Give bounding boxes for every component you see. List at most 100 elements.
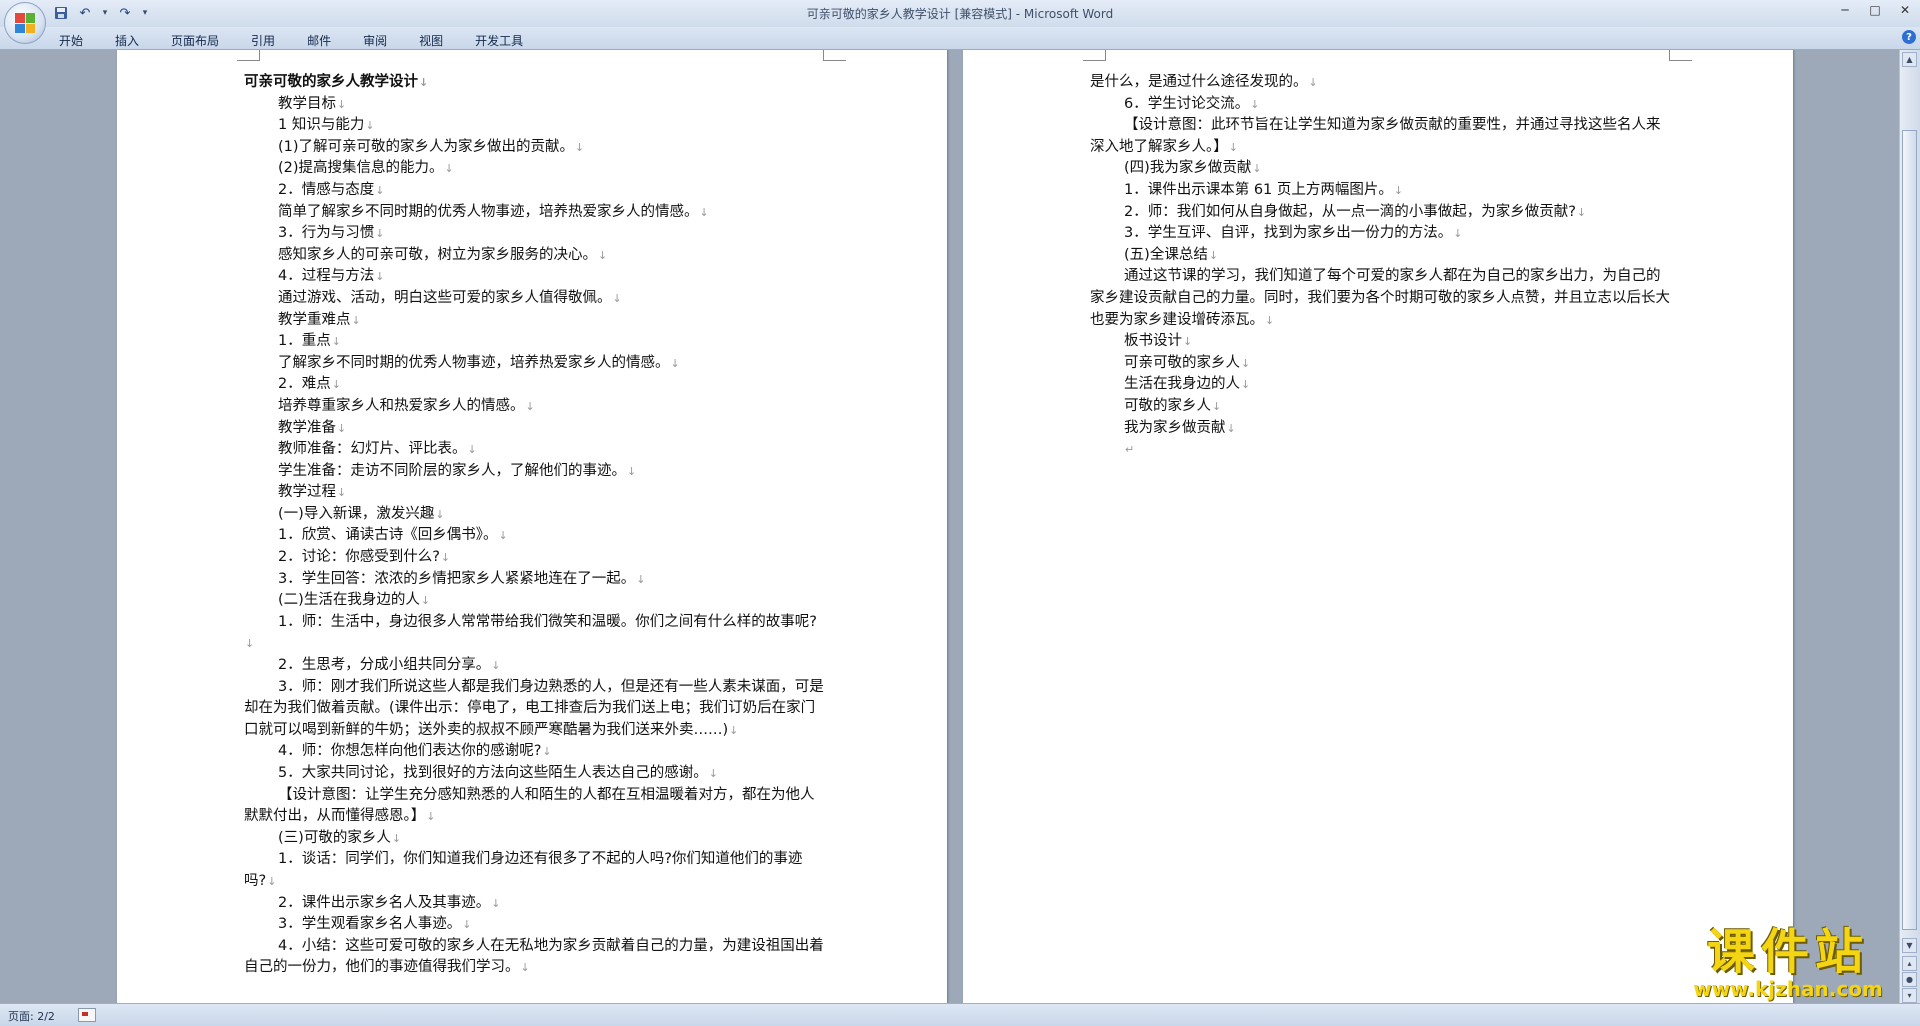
document-paragraph[interactable]: 4．过程与方法↓	[244, 266, 824, 288]
document-paragraph[interactable]: 3．师：刚才我们所说这些人都是我们身边熟悉的人，但是还有一些人素未谋面，可是却在…	[244, 677, 824, 742]
page-1-text[interactable]: 可亲可敬的家乡人教学设计↓ 教学目标↓ 1 知识与能力↓ (1)了解可亲可敬的家乡人为…	[244, 72, 824, 979]
paragraph-mark-icon: ↓	[1241, 378, 1251, 392]
tab-mailings[interactable]: 邮件	[298, 29, 340, 50]
document-paragraph[interactable]: 2．课件出示家乡名人及其事迹。↓	[244, 893, 824, 915]
tab-home[interactable]: 开始	[50, 29, 92, 50]
paragraph-text: 2．生思考，分成小组共同分享。	[278, 657, 491, 674]
document-paragraph[interactable]: 3．行为与习惯↓	[244, 223, 824, 245]
paragraph-mark-icon: ↓	[267, 874, 277, 888]
document-paragraph[interactable]: 【设计意图：此环节旨在让学生知道为家乡做贡献的重要性，并通过寻找这些名人来深入地…	[1090, 115, 1670, 158]
document-paragraph[interactable]: (二)生活在我身边的人↓	[244, 590, 824, 612]
document-paragraph[interactable]: 简单了解家乡不同时期的优秀人物事迹，培养热爱家乡人的情感。↓	[244, 202, 824, 224]
paragraph-text: (四)我为家乡做贡献	[1124, 160, 1252, 177]
document-paragraph[interactable]: 教学准备↓	[244, 418, 824, 440]
document-paragraph[interactable]: 3．学生互评、自评，找到为家乡出一份力的方法。↓	[1090, 223, 1670, 245]
document-paragraph[interactable]: 板书设计↓	[1090, 331, 1670, 353]
document-paragraph[interactable]: 1．谈话：同学们，你们知道我们身边还有很多了不起的人吗?你们知道他们的事迹吗?↓	[244, 849, 824, 892]
document-paragraph[interactable]: (三)可敬的家乡人↓	[244, 828, 824, 850]
paragraph-mark-icon: ↓	[699, 205, 709, 219]
close-button[interactable]: ✕	[1890, 0, 1920, 20]
document-paragraph[interactable]: 2．难点↓	[244, 374, 824, 396]
maximize-button[interactable]: □	[1860, 0, 1890, 20]
paragraph-text: 3．学生回答：浓浓的乡情把家乡人紧紧地连在了一起。	[278, 570, 636, 587]
document-paragraph[interactable]: 1．课件出示课本第 61 页上方两幅图片。↓	[1090, 180, 1670, 202]
document-paragraph[interactable]: 通过游戏、活动，明白这些可爱的家乡人值得敬佩。↓	[244, 288, 824, 310]
document-paragraph[interactable]: 3．学生观看家乡名人事迹。↓	[244, 914, 824, 936]
document-paragraph[interactable]: 5．大家共同讨论，找到很好的方法向这些陌生人表达自己的感谢。↓	[244, 763, 824, 785]
document-paragraph[interactable]: 了解家乡不同时期的优秀人物事迹，培养热爱家乡人的情感。↓	[244, 353, 824, 375]
document-paragraph[interactable]: 2．生思考，分成小组共同分享。↓	[244, 655, 824, 677]
tab-references[interactable]: 引用	[242, 29, 284, 50]
paragraph-text: 3．行为与习惯	[278, 225, 375, 242]
document-paragraph[interactable]: 4．小结：这些可爱可敬的家乡人在无私地为家乡贡献着自己的力量，为建设祖国出着自己…	[244, 936, 824, 979]
document-paragraph[interactable]: 学生准备：走访不同阶层的家乡人，了解他们的事迹。↓	[244, 461, 824, 483]
ribbon: 开始 插入 页面布局 引用 邮件 审阅 视图 开发工具 ?	[0, 27, 1920, 50]
document-paragraph[interactable]: 生活在我身边的人↓	[1090, 374, 1670, 396]
scroll-up-icon[interactable]: ▲	[1902, 52, 1917, 67]
proofing-icon[interactable]	[78, 1008, 96, 1022]
paragraph-mark-icon: ↓	[612, 291, 622, 305]
tab-page-layout[interactable]: 页面布局	[162, 29, 228, 50]
document-paragraph[interactable]: 是什么，是通过什么途径发现的。↓	[1090, 72, 1670, 94]
document-paragraph[interactable]: 6．学生讨论交流。↓	[1090, 94, 1670, 116]
paragraph-text: 2．难点	[278, 376, 331, 393]
window-controls: ─ □ ✕	[1830, 0, 1920, 20]
ribbon-tabs: 开始 插入 页面布局 引用 邮件 审阅 视图 开发工具	[50, 29, 546, 50]
vertical-scrollbar[interactable]: ▲ ▼ ▴ ● ▾	[1899, 50, 1920, 1003]
paragraph-mark-icon: ↓	[351, 313, 361, 327]
document-paragraph[interactable]: 可敬的家乡人↓	[1090, 396, 1670, 418]
document-paragraph[interactable]: 3．学生回答：浓浓的乡情把家乡人紧紧地连在了一起。↓	[244, 569, 824, 591]
document-paragraph[interactable]: 培养尊重家乡人和热爱家乡人的情感。↓	[244, 396, 824, 418]
document-paragraph[interactable]: (四)我为家乡做贡献↓	[1090, 158, 1670, 180]
scrollbar-thumb[interactable]	[1902, 130, 1917, 930]
paragraph-mark-icon: ↓	[462, 918, 472, 932]
tab-insert[interactable]: 插入	[106, 29, 148, 50]
document-paragraph[interactable]: (五)全课总结↓	[1090, 245, 1670, 267]
paragraph-text: 我为家乡做贡献	[1124, 419, 1226, 436]
document-paragraph[interactable]: 教学过程↓	[244, 482, 824, 504]
document-paragraph[interactable]: (1)了解可亲可敬的家乡人为家乡做出的贡献。↓	[244, 137, 824, 159]
paragraph-text: 教师准备：幻灯片、评比表。	[278, 441, 467, 458]
title-bar: ↶ ▾ ↷ ▾ 可亲可敬的家乡人教学设计 [兼容模式] - Microsoft …	[0, 0, 1920, 44]
document-paragraph[interactable]: 可亲可敬的家乡人教学设计↓	[244, 72, 824, 94]
document-paragraph[interactable]: 2．讨论：你感受到什么?↓	[244, 547, 824, 569]
paragraph-text: 教学目标	[278, 95, 336, 112]
document-paragraph[interactable]: 1 知识与能力↓	[244, 115, 824, 137]
document-paragraph[interactable]: 1．师：生活中，身边很多人常常带给我们微笑和温暖。你们之间有什么样的故事呢? ↓	[244, 612, 824, 655]
document-end-paragraph[interactable]: ↵	[1090, 439, 1670, 461]
paragraph-text: 2．师：我们如何从自身做起，从一点一滴的小事做起，为家乡做贡献?	[1124, 203, 1576, 220]
document-paragraph[interactable]: 我为家乡做贡献↓	[1090, 418, 1670, 440]
document-paragraph[interactable]: 【设计意图：让学生充分感知熟悉的人和陌生的人都在互相温暖着对方，都在为他人默默付…	[244, 785, 824, 828]
document-paragraph[interactable]: (一)导入新课，激发兴趣↓	[244, 504, 824, 526]
paragraph-text: 1 知识与能力	[278, 117, 365, 134]
document-paragraph[interactable]: 教学目标↓	[244, 94, 824, 116]
paragraph-mark-icon: ↓	[491, 659, 501, 673]
document-paragraph[interactable]: 4．师：你想怎样向他们表达你的感谢呢?↓	[244, 741, 824, 763]
paragraph-mark-icon: ↓	[245, 637, 255, 651]
document-paragraph[interactable]: 2．情感与态度↓	[244, 180, 824, 202]
help-icon[interactable]: ?	[1902, 30, 1916, 44]
tab-view[interactable]: 视图	[410, 29, 452, 50]
document-paragraph[interactable]: 可亲可敬的家乡人↓	[1090, 353, 1670, 375]
crop-mark	[237, 50, 260, 61]
paragraph-text: (五)全课总结	[1124, 246, 1208, 263]
page-2-text[interactable]: 是什么，是通过什么途径发现的。↓ 6．学生讨论交流。↓ 【设计意图：此环节旨在让学生…	[1090, 72, 1670, 461]
document-paragraph[interactable]: 1．重点↓	[244, 331, 824, 353]
document-paragraph[interactable]: 1．欣赏、诵读古诗《回乡偶书》。↓	[244, 525, 824, 547]
document-page-1[interactable]: 可亲可敬的家乡人教学设计↓ 教学目标↓ 1 知识与能力↓ (1)了解可亲可敬的家乡人为…	[117, 50, 947, 1003]
tab-review[interactable]: 审阅	[354, 29, 396, 50]
paragraph-mark-icon: ↓	[1576, 205, 1587, 219]
minimize-button[interactable]: ─	[1830, 0, 1860, 20]
paragraph-mark-icon: ↓	[331, 335, 341, 349]
paragraph-text: 板书设计	[1124, 333, 1182, 350]
document-paragraph[interactable]: 感知家乡人的可亲可敬，树立为家乡服务的决心。↓	[244, 245, 824, 267]
document-paragraph[interactable]: 教师准备：幻灯片、评比表。↓	[244, 439, 824, 461]
document-paragraph[interactable]: 教学重难点↓	[244, 310, 824, 332]
document-paragraph[interactable]: 2．师：我们如何从自身做起，从一点一滴的小事做起，为家乡做贡献?↓	[1090, 202, 1670, 224]
tab-developer[interactable]: 开发工具	[466, 29, 532, 50]
document-paragraph[interactable]: 通过这节课的学习，我们知道了每个可爱的家乡人都在为自己的家乡出力，为自己的家乡建…	[1090, 266, 1670, 331]
office-button[interactable]	[4, 2, 46, 44]
document-paragraph[interactable]: (2)提高搜集信息的能力。↓	[244, 158, 824, 180]
page-count[interactable]: 页面: 2/2	[8, 1008, 55, 1024]
document-page-2[interactable]: 是什么，是通过什么途径发现的。↓ 6．学生讨论交流。↓ 【设计意图：此环节旨在让学生…	[963, 50, 1793, 1003]
